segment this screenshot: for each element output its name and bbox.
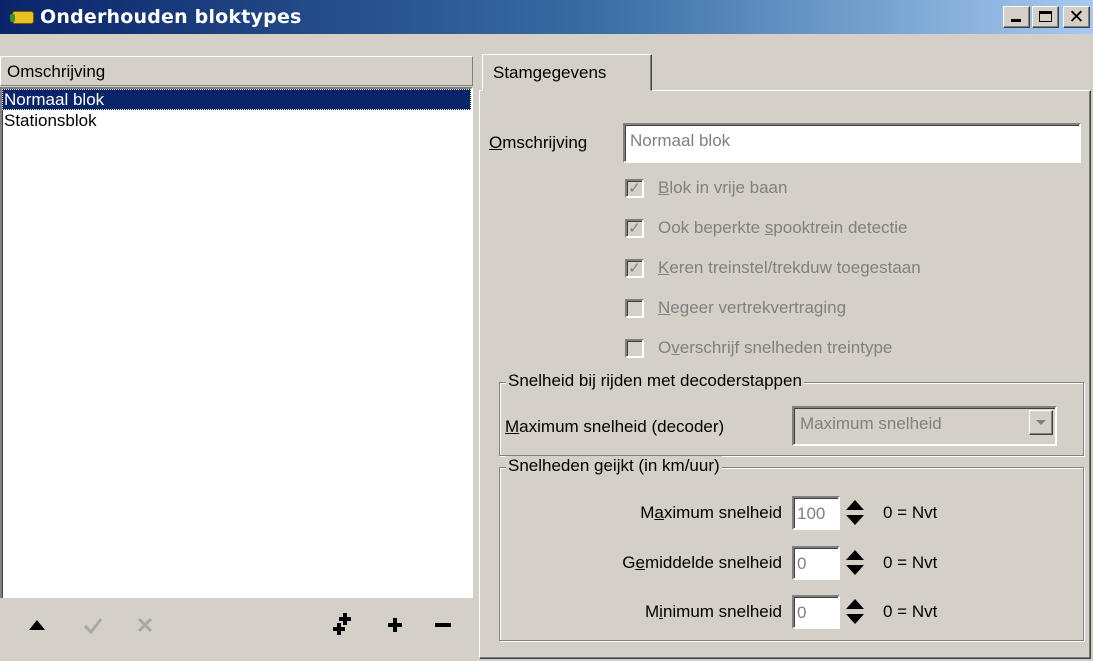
remove-icon — [435, 623, 451, 627]
arrow-up-icon — [29, 620, 45, 630]
cancel-button[interactable] — [130, 610, 160, 640]
checkbox-blok-vrije-baan[interactable]: ✓ Blok in vrije baan — [625, 178, 787, 198]
list-item[interactable]: Normaal blok — [2, 89, 471, 110]
checkbox-label: Blok in vrije baan — [658, 178, 788, 197]
max-speed-spinner[interactable] — [845, 498, 865, 528]
close-icon: ✕ — [1068, 6, 1085, 28]
avg-speed-row: Gemiddelde snelheid 0 0 = Nvt — [520, 546, 937, 580]
window-title: Onderhouden bloktypes — [40, 6, 302, 28]
checkbox-overschrijf-snelheden[interactable]: Overschrijf snelheden treintype — [625, 338, 892, 358]
title-bar[interactable]: Onderhouden bloktypes ✕ — [0, 0, 1093, 34]
spin-down-icon — [846, 565, 864, 575]
add-multiple-button[interactable] — [328, 610, 358, 640]
list-item[interactable]: Stationsblok — [2, 110, 471, 131]
avg-speed-spinner[interactable] — [845, 548, 865, 578]
group-title: Snelheid bij rijden met decoderstappen — [506, 371, 804, 391]
checkbox-checked-icon: ✓ — [625, 218, 644, 238]
checkbox-label: Keren treinstel/trekduw toegestaan — [658, 258, 921, 277]
min-speed-spinner[interactable] — [845, 597, 865, 627]
add-multiple-icon — [333, 613, 351, 635]
checkbox-label: Negeer vertrekvertraging — [658, 298, 847, 317]
spin-down-icon — [846, 515, 864, 525]
checkbox-negeer-vertrekvertraging[interactable]: Negeer vertrekvertraging — [625, 298, 846, 318]
dropdown-button[interactable] — [1029, 410, 1053, 435]
max-speed-row: Maximum snelheid 100 0 = Nvt — [520, 496, 937, 530]
nvt-note: 0 = Nvt — [883, 553, 938, 572]
spin-down-icon — [846, 614, 864, 624]
decoder-max-speed-label: Maximum snelheid (decoder) — [505, 417, 725, 436]
min-speed-label: Minimum snelheid — [644, 602, 782, 621]
remove-button[interactable] — [428, 610, 458, 640]
checkbox-label: Overschrijf snelheden treintype — [658, 338, 893, 357]
checkbox-label: Ook beperkte spooktrein detectie — [658, 218, 908, 237]
maximize-icon — [1039, 11, 1052, 22]
chevron-down-icon — [1036, 420, 1046, 425]
bloktype-list-panel: Omschrijving Normaal blok Stationsblok — [0, 56, 473, 661]
bloktype-listbox[interactable]: Normaal blok Stationsblok — [0, 87, 473, 657]
min-speed-input[interactable]: 0 — [792, 595, 840, 629]
max-speed-label: Maximum snelheid — [640, 503, 782, 522]
list-toolbar — [0, 598, 473, 658]
select-value: Maximum snelheid — [800, 414, 942, 433]
spin-up-icon — [846, 500, 864, 510]
max-speed-input[interactable]: 100 — [792, 496, 840, 530]
add-icon — [388, 618, 402, 632]
checkbox-unchecked-icon — [625, 298, 644, 318]
maximize-button[interactable] — [1032, 6, 1059, 28]
omschrijving-field[interactable]: Normaal blok — [623, 123, 1081, 163]
list-column-header[interactable]: Omschrijving — [0, 56, 473, 86]
avg-speed-label: Gemiddelde snelheid — [622, 553, 782, 572]
checkbox-beperkte-spooktrein[interactable]: ✓ Ook beperkte spooktrein detectie — [625, 218, 907, 238]
train-app-icon — [10, 6, 36, 28]
tab-stamgegevens[interactable]: Stamgegevens — [482, 54, 652, 91]
minimize-button[interactable] — [1003, 6, 1030, 28]
min-speed-row: Minimum snelheid 0 0 = Nvt — [520, 595, 937, 629]
cross-icon — [137, 617, 153, 633]
confirm-button[interactable] — [78, 610, 108, 640]
nvt-note: 0 = Nvt — [883, 602, 938, 621]
nvt-note: 0 = Nvt — [883, 503, 938, 522]
avg-speed-input[interactable]: 0 — [792, 546, 840, 580]
checkbox-unchecked-icon — [625, 338, 644, 358]
check-icon — [83, 618, 103, 635]
close-button[interactable]: ✕ — [1063, 6, 1090, 28]
checkbox-checked-icon: ✓ — [625, 178, 644, 198]
omschrijving-label: Omschrijving — [489, 133, 588, 152]
spin-up-icon — [846, 550, 864, 560]
checkbox-checked-icon: ✓ — [625, 258, 644, 278]
group-title: Snelheden geijkt (in km/uur) — [506, 456, 722, 476]
spin-up-icon — [846, 599, 864, 609]
add-button[interactable] — [380, 610, 410, 640]
minimize-icon — [1011, 19, 1021, 22]
decoder-max-speed-select[interactable]: Maximum snelheid — [792, 406, 1057, 446]
checkbox-keren-treinstel[interactable]: ✓ Keren treinstel/trekduw toegestaan — [625, 258, 921, 278]
move-up-button[interactable] — [22, 610, 52, 640]
